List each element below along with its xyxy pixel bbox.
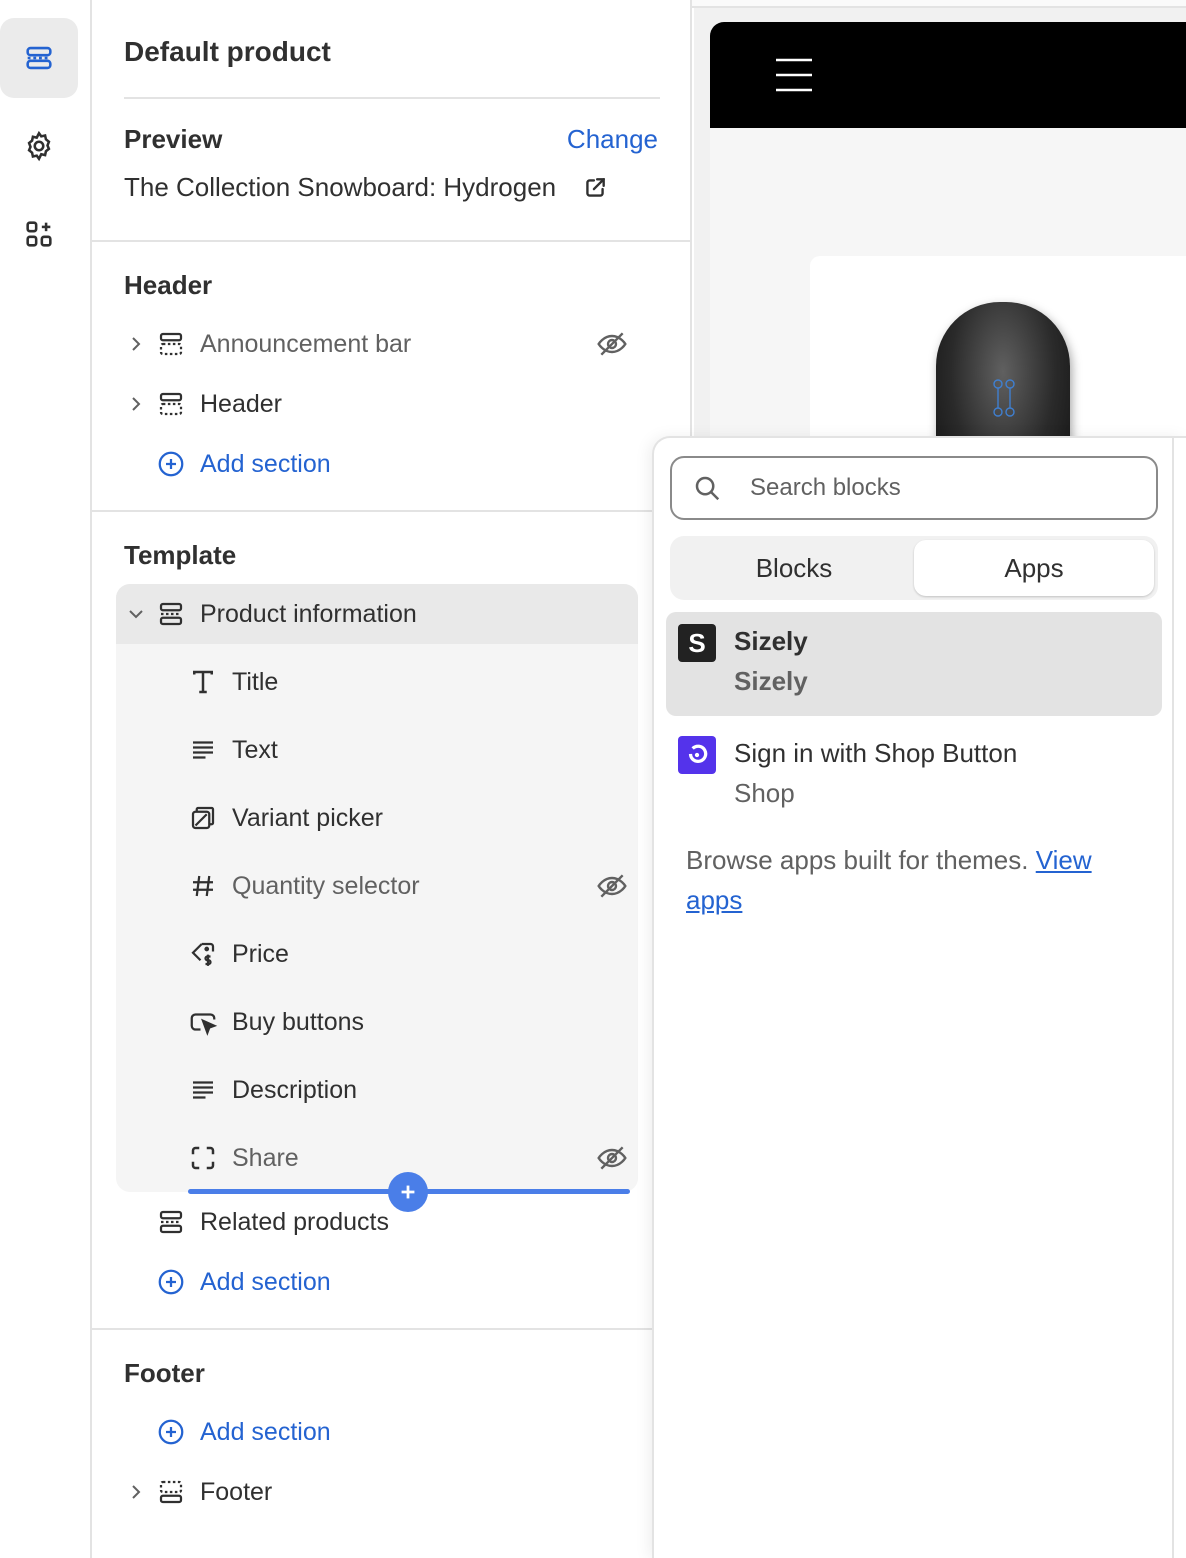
tab-blocks[interactable]: Blocks (674, 540, 914, 596)
chevron-down-icon[interactable] (116, 604, 156, 624)
app-item-sizely[interactable]: S Sizely Sizely (666, 612, 1162, 716)
hash-icon (188, 871, 232, 901)
add-section-template[interactable]: Add section (116, 1252, 638, 1312)
chevron-right-icon[interactable] (116, 394, 156, 414)
block-label: Title (232, 667, 279, 696)
text-icon (188, 735, 232, 765)
block-label: Price (232, 939, 289, 968)
app-provider: Shop (734, 778, 795, 808)
chevron-right-icon[interactable] (116, 334, 156, 354)
add-block-popover: Blocks Apps S Sizely Sizely Sign in with… (654, 438, 1186, 1558)
divider (92, 240, 692, 242)
plus-circle-icon (156, 1417, 200, 1447)
block-label: Share (232, 1143, 299, 1172)
add-section-label: Add section (200, 449, 331, 478)
snowboard-binding-graphic (993, 379, 1015, 417)
divider (92, 1328, 692, 1330)
block-description[interactable]: Description (188, 1060, 638, 1120)
section-product-information[interactable]: Product information (116, 584, 638, 644)
chevron-right-icon[interactable] (116, 1482, 156, 1502)
section-related-products[interactable]: Related products (116, 1192, 638, 1252)
editor-rail (0, 0, 92, 1558)
divider (92, 510, 692, 512)
external-link-icon[interactable] (582, 175, 608, 201)
footer-section-icon (156, 1477, 200, 1507)
text-icon (188, 1075, 232, 1105)
block-text[interactable]: Text (188, 720, 638, 780)
hamburger-menu-icon (776, 58, 812, 92)
title-icon (188, 667, 232, 697)
section-header[interactable]: Header (116, 374, 638, 434)
share-frame-icon (188, 1143, 232, 1173)
plus-circle-icon (156, 1267, 200, 1297)
section-footer[interactable]: Footer (116, 1462, 638, 1522)
gear-icon (27, 130, 51, 162)
add-section-footer[interactable]: Add section (116, 1402, 638, 1462)
apps-add-icon (26, 221, 52, 247)
add-section-label: Add section (200, 1267, 331, 1296)
block-title[interactable]: Title (188, 652, 638, 712)
block-label: Variant picker (232, 803, 383, 832)
search-icon (695, 476, 720, 501)
app-item-shop-button[interactable]: Sign in with Shop Button Shop (666, 724, 1162, 828)
block-label: Buy buttons (232, 1007, 365, 1036)
sections-icon (26, 46, 52, 70)
variant-picker-icon (188, 803, 232, 833)
browse-apps-text: Browse apps built for themes. View apps (686, 845, 1092, 915)
section-label: Header (200, 389, 282, 418)
block-variant-picker[interactable]: Variant picker (188, 788, 638, 848)
sections-sidebar: Default product Preview Change The Colle… (92, 0, 692, 1558)
search-blocks-input[interactable] (750, 474, 1130, 502)
section-label: Announcement bar (200, 329, 412, 358)
change-preview-link[interactable]: Change (567, 124, 658, 155)
theme-settings-rail-button[interactable] (0, 106, 78, 186)
divider (124, 97, 660, 99)
section-announcement-bar[interactable]: Announcement bar (116, 314, 638, 374)
section-icon (156, 1207, 200, 1237)
plus-circle-icon (156, 449, 200, 479)
page-title: Default product (124, 36, 331, 67)
shop-logo-icon (678, 736, 716, 774)
app-name: Sizely (734, 626, 808, 656)
app-name: Sign in with Shop Button (734, 738, 1018, 768)
tab-apps[interactable]: Apps (914, 540, 1154, 596)
price-tag-icon (188, 939, 232, 969)
header-section-icon (156, 389, 200, 419)
section-label: Product information (200, 599, 417, 628)
add-section-label: Add section (200, 1417, 331, 1446)
block-price[interactable]: Price (188, 924, 638, 984)
block-label: Description (232, 1075, 358, 1104)
section-icon (156, 599, 200, 629)
sizely-logo-icon: S (678, 624, 716, 662)
storefront-header (710, 22, 1186, 128)
snowboard-image (936, 302, 1070, 452)
app-provider: Sizely (734, 666, 808, 696)
eye-off-icon[interactable] (594, 328, 630, 360)
block-buy-buttons[interactable]: Buy buttons (188, 992, 638, 1052)
sections-rail-button[interactable] (0, 18, 78, 98)
header-section-icon (156, 329, 200, 359)
popover-right-border (1172, 438, 1174, 1558)
popover-tabs: Blocks Apps (670, 536, 1158, 600)
block-quantity-selector[interactable]: Quantity selector (188, 856, 638, 916)
eye-off-icon[interactable] (594, 870, 630, 902)
preview-product: The Collection Snowboard: Hydrogen (124, 172, 608, 203)
header-group-title: Header (124, 270, 213, 300)
app-embeds-rail-button[interactable] (0, 194, 78, 274)
cursor-button-icon (188, 1007, 232, 1037)
add-section-header[interactable]: Add section (116, 434, 638, 494)
block-label: Text (232, 735, 278, 764)
preview-label: Preview (124, 124, 223, 154)
eye-off-icon[interactable] (594, 1142, 630, 1174)
template-group-title: Template (124, 540, 237, 570)
search-blocks-field[interactable] (670, 456, 1158, 520)
storefront-preview[interactable] (710, 22, 1186, 452)
block-label: Quantity selector (232, 871, 420, 900)
footer-group-title: Footer (124, 1358, 205, 1388)
section-label: Footer (200, 1477, 273, 1506)
section-label: Related products (200, 1207, 390, 1236)
preview-product-name: The Collection Snowboard: Hydrogen (124, 172, 557, 202)
